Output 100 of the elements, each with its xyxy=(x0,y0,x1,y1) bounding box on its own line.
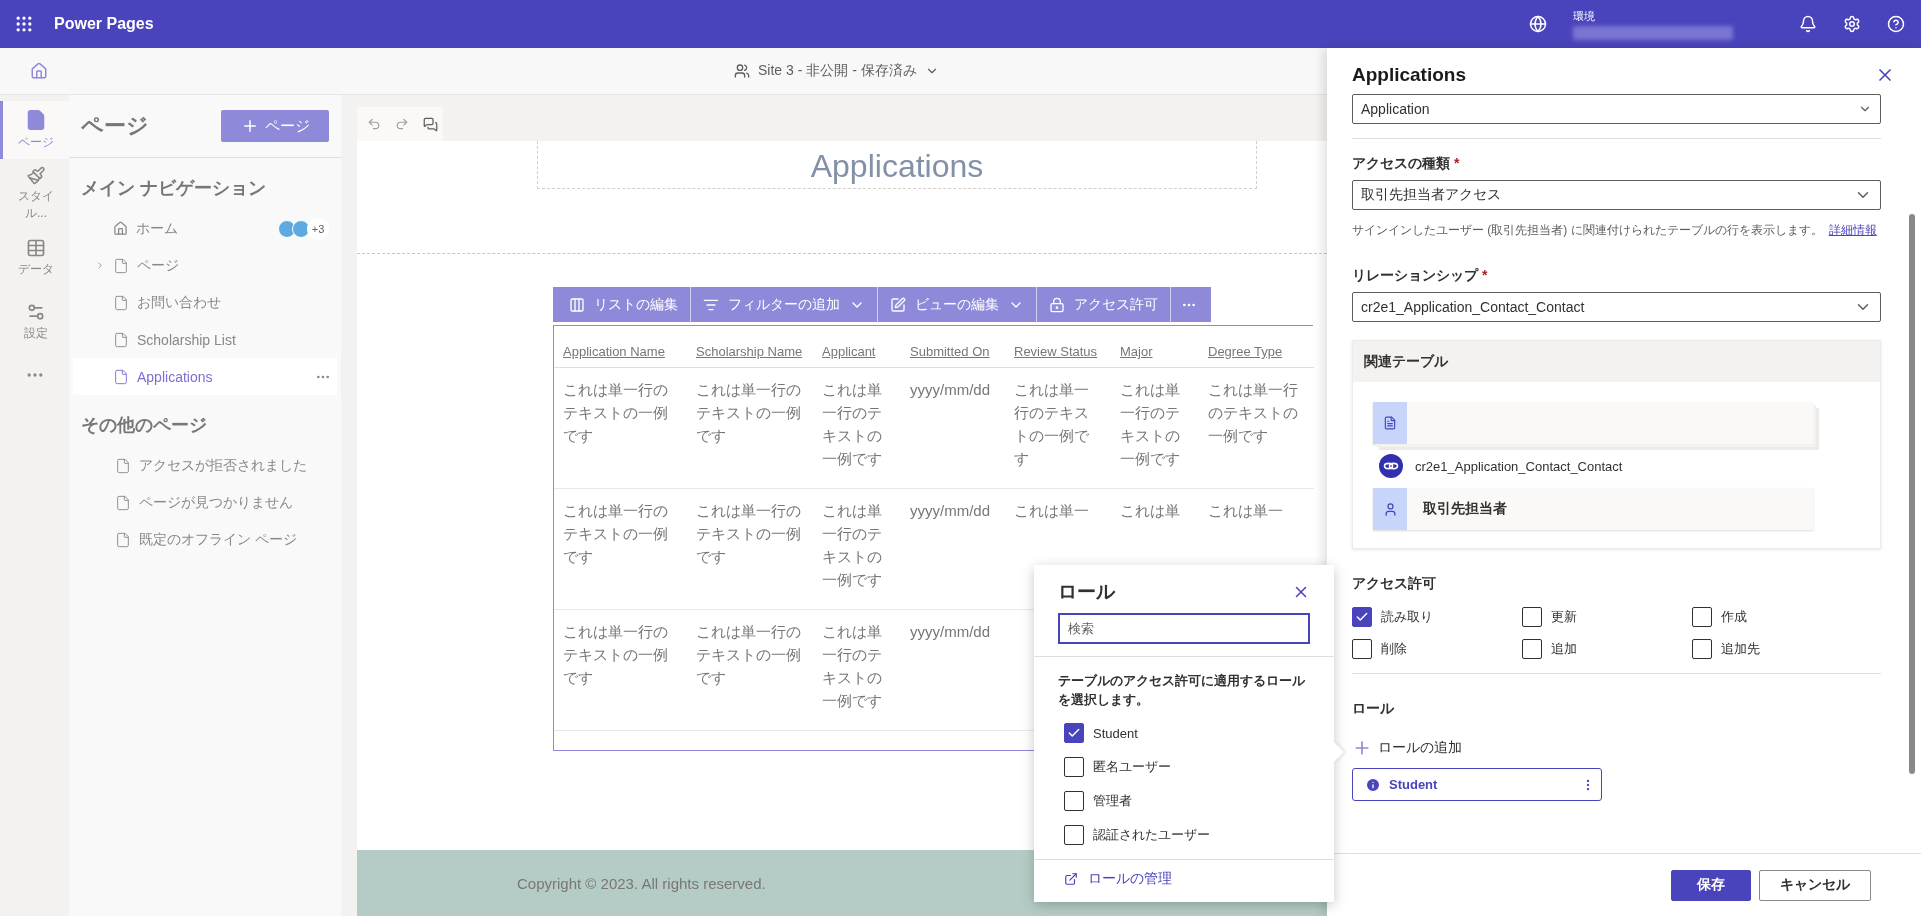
table-cell: これは単 xyxy=(1120,502,1180,519)
checkbox-label: 追加先 xyxy=(1721,640,1760,658)
checkbox-label: 作成 xyxy=(1721,608,1747,626)
dropdown-field[interactable]: cr2e1_Application_Contact_Contact xyxy=(1352,292,1881,322)
field-label: リレーションシップ xyxy=(1352,267,1478,285)
person-icon xyxy=(1382,501,1398,517)
table-icon xyxy=(26,238,46,258)
table-dropdown[interactable]: Application xyxy=(1352,94,1881,124)
toolbar-button[interactable]: ビューの編集 xyxy=(878,287,1037,322)
environment-label: 環境 xyxy=(1573,8,1596,24)
page-item[interactable]: 既定のオフライン ページ xyxy=(73,521,337,558)
checkbox-label: 匿名ユーザー xyxy=(1093,758,1171,776)
checkbox-label: 更新 xyxy=(1551,608,1577,626)
card-title: 関連テーブル xyxy=(1353,341,1880,382)
toolbar-button[interactable]: リストの編集 xyxy=(557,287,691,322)
page-item[interactable]: ページが見つかりません xyxy=(73,484,337,521)
help-icon[interactable] xyxy=(1887,15,1905,33)
page-item[interactable]: ホーム +3 xyxy=(73,210,337,247)
checkbox[interactable] xyxy=(1352,639,1372,659)
table-cell: これは単一行のテキストの一例です xyxy=(696,502,801,565)
field-label: アクセスの種類 xyxy=(1352,155,1450,173)
page-item[interactable]: アクセスが拒否されました xyxy=(73,447,337,484)
save-button[interactable]: 保存 xyxy=(1671,869,1751,901)
panel-title: Applications xyxy=(1352,64,1466,86)
cancel-button[interactable]: キャンセル xyxy=(1759,869,1871,901)
people-icon xyxy=(734,63,750,79)
checkbox[interactable] xyxy=(1522,607,1542,627)
page-icon xyxy=(25,109,47,131)
rail-item[interactable]: ページ xyxy=(0,101,69,159)
section-heading: アクセス許可 xyxy=(1352,575,1437,593)
app-title: Power Pages xyxy=(54,15,154,33)
rail-item[interactable]: スタイル... xyxy=(0,165,69,223)
dropdown-field[interactable]: 取引先担当者アクセス xyxy=(1352,180,1881,210)
checkbox[interactable] xyxy=(1692,607,1712,627)
page-item[interactable]: ページ xyxy=(73,247,337,284)
checkbox[interactable] xyxy=(1064,825,1084,845)
rail-item[interactable]: 設定 xyxy=(0,293,69,351)
info-icon xyxy=(1365,776,1381,793)
column-header[interactable]: Review Status xyxy=(1014,344,1098,359)
table-cell: これは単一行のテキストの一例です xyxy=(563,502,668,565)
page-icon xyxy=(113,368,129,385)
settings-icon xyxy=(26,302,46,322)
table-cell: これは単一行のテキストの一例です xyxy=(822,502,882,588)
toolbar-button[interactable]: アクセス許可 xyxy=(1037,287,1171,322)
table-cell: これは単一行のテキストの一例です xyxy=(1120,381,1180,467)
column-header[interactable]: Degree Type xyxy=(1208,344,1283,359)
table-cell: これは単一行のテキストの一例です xyxy=(563,381,668,444)
page-icon xyxy=(113,331,129,348)
checkbox[interactable] xyxy=(1522,639,1542,659)
toolbar-button[interactable]: フィルターの追加 xyxy=(691,287,878,322)
column-header[interactable]: Scholarship Name xyxy=(696,344,803,359)
checkbox[interactable] xyxy=(1692,639,1712,659)
scrollbar[interactable] xyxy=(1909,214,1915,774)
site-status-dropdown[interactable]: Site 3 - 非公開 - 保存済み xyxy=(728,61,945,81)
table-cell: これは単一 xyxy=(1208,502,1283,519)
page-item[interactable]: Applications xyxy=(73,358,337,395)
table-cell: これは単一行のテキストの一例です xyxy=(1208,381,1298,444)
column-header[interactable]: Major xyxy=(1120,344,1153,359)
popup-title: ロール xyxy=(1058,580,1115,604)
table-cell: これは単一行のテキストの一例です xyxy=(696,381,801,444)
learn-more-link[interactable]: 詳細情報 xyxy=(1828,223,1877,237)
checkbox[interactable] xyxy=(1064,791,1084,811)
add-page-button[interactable]: ページ xyxy=(221,110,329,142)
table-node: 取引先担当者 xyxy=(1373,488,1813,530)
role-chip[interactable]: Student xyxy=(1352,768,1602,801)
table-cell: yyyy/mm/dd xyxy=(910,381,990,398)
section-heading: ロール xyxy=(1352,700,1395,718)
page-heading: Applications xyxy=(810,150,984,182)
comments-icon[interactable] xyxy=(423,116,438,132)
manage-roles-link[interactable]: ロールの管理 xyxy=(1064,870,1172,888)
checkbox-label: 追加 xyxy=(1551,640,1577,658)
checkbox-label: 削除 xyxy=(1381,640,1407,658)
rail-item[interactable]: データ xyxy=(0,229,69,287)
search-field[interactable]: 検索 xyxy=(1058,613,1310,644)
page-icon xyxy=(115,531,131,548)
settings-icon[interactable] xyxy=(1843,15,1861,33)
column-header[interactable]: Applicant xyxy=(822,344,876,359)
globe-icon[interactable] xyxy=(1529,15,1547,33)
table-cell: これは単一行のテキストの一例です xyxy=(822,623,882,709)
checkbox[interactable] xyxy=(1064,723,1084,743)
avatar xyxy=(278,219,296,238)
notifications-icon[interactable] xyxy=(1799,15,1817,33)
page-item[interactable]: お問い合わせ xyxy=(73,284,337,321)
column-header[interactable]: Submitted On xyxy=(910,344,990,359)
add-role-button[interactable]: ロールの追加 xyxy=(1352,738,1881,758)
column-header[interactable]: Application Name xyxy=(563,344,665,359)
home-icon[interactable] xyxy=(30,62,48,80)
check-icon xyxy=(1355,610,1369,624)
checkbox[interactable] xyxy=(1064,757,1084,777)
edit-icon xyxy=(890,296,906,313)
checkbox[interactable] xyxy=(1352,607,1372,627)
panel-title: ページ xyxy=(81,112,149,140)
page-icon xyxy=(113,257,129,274)
app-launcher-icon[interactable] xyxy=(14,14,34,34)
avatar xyxy=(292,219,310,238)
presence-count: +3 xyxy=(307,217,329,240)
check-icon xyxy=(1067,726,1081,740)
page-icon xyxy=(115,494,131,511)
page-item[interactable]: Scholarship List xyxy=(73,321,337,358)
external-link-icon xyxy=(1064,872,1078,886)
